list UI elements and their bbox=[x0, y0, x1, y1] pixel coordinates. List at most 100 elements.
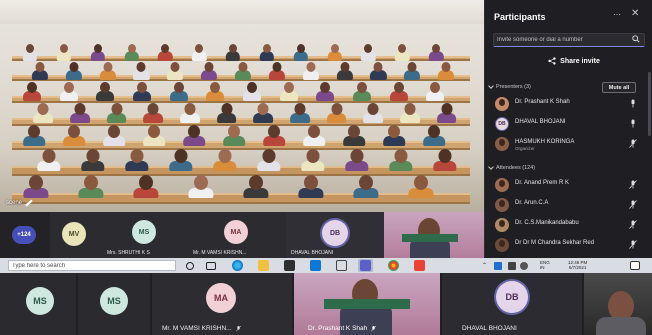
participant-name: Dr. Prashant K Shah bbox=[308, 325, 377, 332]
battery-icon[interactable] bbox=[508, 262, 516, 270]
video-tile[interactable]: MA Mr. M VAMSI KRISHN... bbox=[152, 273, 292, 335]
audience-head bbox=[432, 44, 441, 53]
video-tile-camera[interactable] bbox=[584, 273, 652, 335]
invite-input[interactable] bbox=[497, 34, 622, 46]
mic-off-icon bbox=[235, 325, 241, 331]
audience-head bbox=[306, 62, 316, 72]
avatar bbox=[495, 238, 509, 252]
avatar-initials: MS bbox=[138, 228, 150, 236]
mute-all-button[interactable]: Mute all bbox=[602, 82, 636, 93]
mic-off-icon bbox=[371, 325, 377, 331]
avatar-photo bbox=[499, 200, 505, 207]
audience-head bbox=[296, 44, 305, 53]
mic-icon[interactable] bbox=[629, 99, 637, 108]
mic-off-icon[interactable] bbox=[629, 180, 637, 189]
video-tile[interactable]: MS bbox=[0, 273, 76, 335]
attendee-item[interactable]: Dr. Arun.C.A bbox=[495, 196, 645, 214]
audience-head bbox=[111, 103, 123, 115]
audience-head bbox=[42, 149, 56, 163]
presenters-section-header[interactable]: Presenters (3) bbox=[488, 83, 531, 90]
audience-head bbox=[373, 62, 383, 72]
video-tile[interactable]: MV bbox=[50, 212, 102, 258]
video-tile-camera[interactable]: Dr. Prashant K Shah bbox=[294, 273, 440, 335]
clock[interactable]: 12:46 PM 6/7/2021 bbox=[568, 260, 587, 270]
share-invite-button[interactable]: Share invite bbox=[535, 54, 613, 68]
audience-head bbox=[210, 82, 221, 93]
attendees-section-header[interactable]: Attendees (124) bbox=[488, 164, 535, 171]
audience-member bbox=[327, 44, 343, 61]
attendee-item[interactable]: Dr. C.S.Manikandababu bbox=[495, 216, 645, 234]
search-icon[interactable] bbox=[632, 35, 640, 43]
mic-off-icon[interactable] bbox=[629, 200, 637, 209]
audience-head bbox=[357, 82, 367, 93]
presenter-item[interactable]: HASMUKH KORINGA Organizer bbox=[495, 135, 645, 153]
audience-head bbox=[229, 44, 238, 53]
mic-off-icon[interactable] bbox=[629, 220, 637, 229]
avatar bbox=[495, 97, 509, 111]
app-icon[interactable] bbox=[414, 260, 425, 271]
avatar-photo bbox=[499, 180, 505, 187]
audience-head bbox=[130, 149, 144, 163]
video-tile[interactable]: MA Mr. M VAMSI KRISHN... bbox=[188, 212, 286, 258]
stage-scene-label[interactable]: scene bbox=[6, 199, 33, 207]
audience-member bbox=[289, 103, 311, 123]
edge-browser-icon[interactable] bbox=[232, 260, 243, 271]
audience-member bbox=[225, 44, 241, 61]
audience-member bbox=[95, 82, 115, 101]
panel-title: Participants bbox=[494, 12, 546, 22]
audience-head bbox=[441, 103, 453, 115]
presenter-item[interactable]: Dr. Prashant K Shah bbox=[495, 95, 645, 113]
audience-member bbox=[302, 62, 320, 80]
video-tile[interactable]: MS Mrs. SHRUTHI K S bbox=[102, 212, 188, 258]
audience-head bbox=[27, 82, 37, 93]
language-indicator[interactable]: ENG IN bbox=[540, 260, 550, 270]
volume-icon[interactable] bbox=[520, 262, 528, 270]
more-participants-badge[interactable]: +124 bbox=[12, 226, 36, 244]
teams-icon[interactable] bbox=[360, 260, 371, 271]
mail-icon[interactable] bbox=[310, 260, 321, 271]
audience-member bbox=[403, 62, 421, 80]
share-icon bbox=[548, 57, 556, 65]
audience-head bbox=[139, 175, 153, 190]
audience-head bbox=[438, 149, 452, 163]
notifications-icon[interactable] bbox=[630, 261, 640, 270]
audience-member bbox=[360, 44, 376, 61]
audience-head bbox=[63, 82, 74, 93]
file-explorer-icon[interactable] bbox=[258, 260, 269, 271]
audience-member bbox=[31, 62, 49, 80]
audience-member bbox=[65, 62, 83, 80]
panel-scrollbar[interactable] bbox=[648, 72, 651, 136]
pen-app-icon[interactable] bbox=[336, 260, 347, 271]
audience-head bbox=[331, 103, 343, 115]
video-tile[interactable]: DB DHAVAL BHOJANI bbox=[286, 212, 384, 258]
video-tile-camera[interactable] bbox=[384, 212, 484, 258]
avatar-photo bbox=[499, 99, 505, 106]
tray-chevron-icon[interactable]: ⌃ bbox=[482, 262, 487, 269]
audience-head bbox=[29, 175, 43, 190]
audience-member bbox=[102, 125, 126, 146]
close-icon[interactable]: ✕ bbox=[631, 8, 639, 19]
audience-head bbox=[127, 44, 136, 53]
video-tile[interactable]: MS bbox=[78, 273, 150, 335]
attendee-item[interactable]: Dr. Anand Prem R K bbox=[495, 176, 645, 194]
network-icon[interactable] bbox=[494, 262, 502, 270]
participant-name: DHAVAL BHOJANI bbox=[462, 325, 517, 332]
audience-head bbox=[414, 175, 428, 190]
audience-member bbox=[80, 149, 106, 171]
more-options-icon[interactable]: ⋯ bbox=[613, 10, 622, 19]
task-view-icon[interactable] bbox=[206, 262, 216, 270]
audience-head bbox=[136, 62, 146, 72]
mic-icon[interactable] bbox=[629, 119, 637, 128]
cortana-icon[interactable] bbox=[186, 262, 194, 270]
video-tile[interactable]: DB DHAVAL BHOJANI bbox=[442, 273, 582, 335]
audience-member bbox=[242, 175, 270, 198]
audience-member bbox=[422, 125, 446, 146]
chrome-icon[interactable] bbox=[388, 260, 399, 271]
mic-off-icon[interactable] bbox=[629, 240, 637, 249]
presenter-item[interactable]: DB DHAVAL BHOJANI bbox=[495, 115, 645, 133]
store-icon[interactable] bbox=[284, 260, 295, 271]
invite-field-container bbox=[493, 33, 645, 47]
mic-off-icon[interactable] bbox=[629, 139, 637, 148]
attendee-item[interactable]: Dr Dr M Chandra Sekhar Red bbox=[495, 236, 645, 254]
taskbar-search-input[interactable] bbox=[12, 261, 172, 270]
